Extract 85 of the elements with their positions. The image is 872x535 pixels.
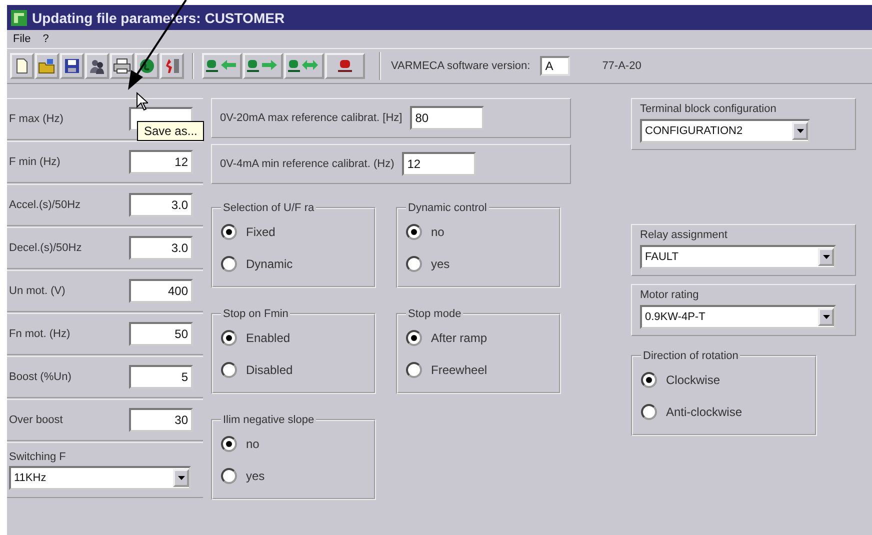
radio-button[interactable] [641, 372, 657, 388]
radio-button[interactable] [221, 362, 237, 378]
parameter-field[interactable]: 12 [129, 150, 193, 174]
people-icon [88, 57, 106, 75]
parameter-label: F max (Hz) [9, 113, 64, 125]
left-arrow-icon [206, 59, 238, 73]
option-label: Dynamic [246, 257, 293, 271]
option-label: Enabled [246, 331, 290, 345]
toolbar-button[interactable] [243, 53, 283, 79]
dropdown-arrow-icon [822, 315, 830, 319]
select-dropdown[interactable]: 0.9KW-4P-T [640, 305, 836, 329]
radio-button[interactable] [221, 468, 237, 484]
select-label: Relay assignment [640, 229, 728, 241]
toolbar-button[interactable] [110, 53, 134, 79]
select-dropdown[interactable]: FAULT [640, 245, 836, 269]
calibration-field[interactable]: 12 [402, 152, 476, 176]
dropdown-arrow-icon [796, 129, 804, 133]
dropdown-arrow-icon [822, 255, 830, 259]
option-label: yes [431, 257, 450, 271]
toolbar-button[interactable] [325, 53, 365, 79]
option-label: Disabled [246, 363, 293, 377]
radio-button[interactable] [641, 404, 657, 420]
option-label: Anti-clockwise [666, 405, 742, 419]
version-field: A [540, 56, 570, 76]
switching-label: Switching F [9, 450, 66, 462]
parameter-field[interactable]: 30 [129, 408, 193, 432]
parameter-field[interactable]: 3.0 [129, 236, 193, 260]
group-title: Stop on Fmin [222, 308, 290, 320]
parameter-label: F min (Hz) [9, 156, 60, 168]
switching-dropdown[interactable]: 11KHz [9, 466, 191, 490]
parameter-label: Un mot. (V) [9, 285, 66, 297]
radio-button[interactable] [221, 224, 237, 240]
calibration-label: 0V-4mA min reference calibrat. (Hz) [220, 158, 394, 170]
parameter-label: Over boost [9, 414, 63, 426]
toolbar-button[interactable] [284, 53, 324, 79]
toolbar-button[interactable] [60, 53, 84, 79]
radio-button[interactable] [406, 224, 422, 240]
printer-icon [113, 57, 131, 75]
radio-button[interactable] [406, 362, 422, 378]
terminal-label: Terminal block configuration [640, 103, 778, 115]
option-label: After ramp [431, 331, 488, 345]
option-label: Clockwise [666, 373, 720, 387]
parameter-label: Boost (%Un) [9, 371, 72, 383]
menu-item[interactable]: File [13, 33, 31, 45]
option-label: Freewheel [431, 363, 488, 377]
parameter-field[interactable]: 400 [129, 279, 193, 303]
radio-button[interactable] [221, 330, 237, 346]
version-label: VARMECA software version: [391, 60, 530, 72]
double-arrow-icon [288, 59, 320, 73]
right-arrow-icon [247, 59, 279, 73]
calibration-label: 0V-20mA max reference calibrat. [Hz] [220, 112, 402, 124]
version-code: 77-A-20 [602, 60, 642, 72]
parameter-label: Decel.(s)/50Hz [9, 242, 82, 254]
mouse-cursor-icon [136, 92, 148, 111]
group-title: Dynamic control [407, 202, 488, 214]
parameter-field[interactable]: 5 [129, 365, 193, 389]
calibration-field[interactable]: 80 [410, 106, 484, 130]
dropdown-arrow-icon [178, 476, 184, 480]
option-label: Fixed [246, 225, 276, 239]
menu-item[interactable]: ? [42, 33, 49, 45]
globe-icon [138, 57, 156, 75]
toolbar-button[interactable] [10, 53, 34, 79]
option-label: no [246, 437, 260, 451]
option-label: no [431, 225, 444, 239]
app-icon [11, 10, 27, 26]
parameter-label: Accel.(s)/50Hz [9, 199, 81, 211]
radio-button[interactable] [406, 330, 422, 346]
option-label: yes [246, 469, 265, 483]
stop-icon [337, 59, 353, 73]
parameter-label: Fn mot. (Hz) [9, 328, 70, 340]
radio-button[interactable] [406, 256, 422, 272]
tooltip: Save as... [137, 121, 204, 141]
toolbar-button[interactable] [202, 53, 242, 79]
radio-button[interactable] [221, 256, 237, 272]
group-title: Selection of U/F ra [222, 202, 316, 214]
group-title: Direction of rotation [642, 350, 740, 362]
group-title: Ilim negative slope [222, 414, 316, 426]
open-folder-icon [38, 57, 56, 75]
terminal-dropdown[interactable]: CONFIGURATION2 [640, 119, 810, 143]
toolbar-button[interactable] [85, 53, 109, 79]
group-title: Stop mode [407, 308, 462, 320]
select-label: Motor rating [640, 289, 700, 301]
parameter-field[interactable]: 3.0 [129, 193, 193, 217]
radio-button[interactable] [221, 436, 237, 452]
parameter-field[interactable]: 50 [129, 322, 193, 346]
